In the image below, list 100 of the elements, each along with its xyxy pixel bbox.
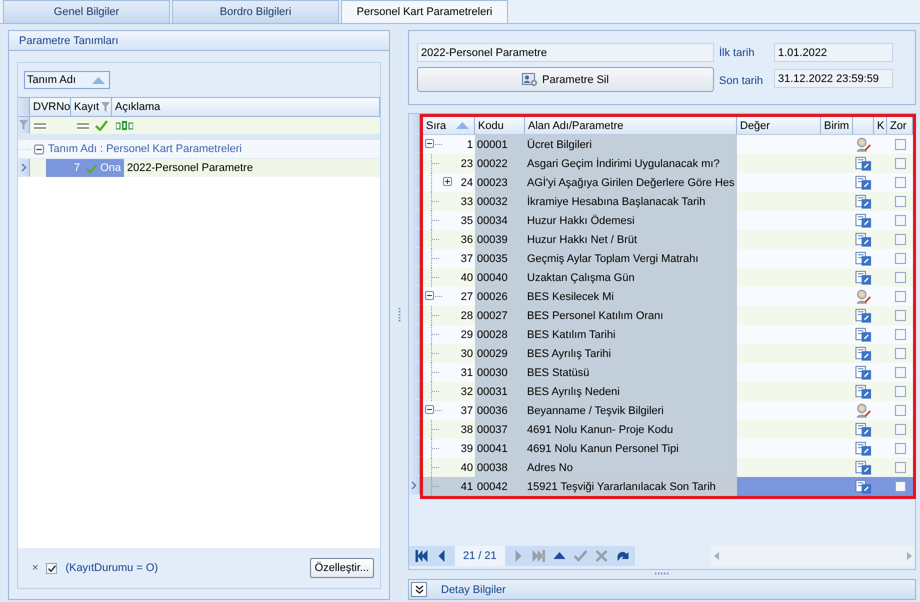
document-icon[interactable] [855,478,872,494]
current-row-icon [20,163,26,172]
checkbox[interactable] [894,310,906,321]
code-cell: 00042 [477,480,508,492]
expand-toggle[interactable] [443,177,452,186]
document-icon[interactable] [855,364,872,380]
code-cell: 00027 [477,310,508,322]
document-icon[interactable] [855,174,872,190]
document-icon[interactable] [855,460,872,476]
document-icon[interactable] [855,212,872,228]
parameter-name: BES Ayrılış Nedeni [527,386,620,398]
code-cell: 00041 [477,442,508,454]
column-header[interactable]: DVRNo [30,98,71,116]
checkbox[interactable] [894,424,906,435]
document-icon[interactable] [855,308,872,324]
date-field[interactable]: 1.01.2022 [774,43,893,62]
row-indicator [409,210,420,229]
document-icon[interactable] [855,156,872,172]
row-indicator [409,191,420,210]
column-header[interactable]: K [874,117,887,134]
checkbox[interactable] [894,443,906,454]
document-icon[interactable] [855,250,872,266]
name-field[interactable]: 2022-Personel Parametre [417,43,714,62]
checkbox[interactable] [894,367,906,378]
document-icon[interactable] [855,440,872,456]
column-header[interactable]: Açıklama [112,98,380,116]
date-field[interactable]: 31.12.2022 23:59:59 [774,69,893,88]
document-icon[interactable] [855,422,872,438]
checkbox[interactable] [894,196,906,207]
detail-bar[interactable]: Detay Bilgiler [408,579,916,600]
row-indicator [409,324,420,343]
checkbox[interactable] [894,462,906,473]
checkbox[interactable] [894,215,906,226]
row-number: 40 [460,462,473,474]
splitter-handle[interactable] [654,572,670,575]
row-indicator [409,381,420,400]
document-icon[interactable] [855,326,872,342]
column-header[interactable]: Zor [887,117,913,134]
collapse-toggle[interactable] [425,291,434,300]
tab[interactable]: Genel Bilgiler [3,0,170,23]
checkbox[interactable] [894,329,906,340]
document-icon[interactable] [855,346,872,362]
checkbox[interactable] [894,158,906,169]
row-indicator [409,248,420,267]
checkbox[interactable] [894,386,906,397]
first-record-icon[interactable] [413,549,430,563]
row-number: 32 [460,386,473,398]
code-cell: 00032 [477,196,508,208]
column-header[interactable]: Kayıt [71,98,112,116]
parameter-name: BES Kesilecek Mi [527,290,614,302]
parameter-name: Ücret Bilgileri [527,138,592,150]
record-number: 7 [74,162,80,174]
row-number: 23 [460,158,473,170]
tab[interactable]: Personel Kart Parametreleri [341,0,508,23]
collapse-toggle[interactable] [34,144,44,154]
row-indicator [409,400,420,419]
row-number: 33 [460,196,473,208]
collapse-toggle[interactable] [425,405,434,414]
code-cell: 00022 [477,158,508,170]
checkbox[interactable] [894,177,906,188]
checkbox[interactable] [894,348,906,359]
checkbox[interactable] [894,272,906,283]
code-cell: 00028 [477,328,508,340]
document-icon[interactable] [855,270,872,286]
delete-button[interactable]: Parametre Sil [417,67,714,92]
splitter-handle[interactable] [398,308,401,322]
checkbox[interactable] [894,139,906,150]
panel-title: Parametre Tanımları [9,31,390,51]
group-by-button[interactable]: Tanım Adı [24,71,110,89]
document-icon[interactable] [855,384,872,400]
clear-filter-button[interactable]: × [32,562,38,574]
checkbox[interactable] [894,291,906,302]
collapse-toggle[interactable] [425,139,434,148]
document-icon[interactable] [855,232,872,248]
row-indicator [409,343,420,362]
column-header[interactable]: Kodu [475,117,525,134]
row-indicator [409,267,420,286]
filter-expression: (KayıtDurumu = O) [65,562,160,574]
column-header[interactable]: Değer [737,117,821,134]
person-edit-icon[interactable] [855,136,872,154]
person-edit-icon[interactable] [855,402,872,420]
row-number: 24 [460,176,473,188]
customize-button[interactable]: Özelleştir... [310,558,374,578]
column-header[interactable]: Sıra [423,117,475,134]
current-row-icon [411,480,417,490]
tab[interactable]: Bordro Bilgileri [172,0,339,23]
checkbox[interactable] [894,481,906,492]
checkbox[interactable] [894,253,906,264]
parameter-name: 4691 Nolu Kanun Personel Tipi [527,442,679,454]
expand-button[interactable] [411,582,427,597]
checkbox[interactable] [46,562,58,574]
column-header[interactable]: Alan Adı/Parametre [525,117,737,134]
column-header[interactable]: Birim [821,117,853,134]
parameter-name: Uzaktan Çalışma Gün [527,272,635,284]
document-icon[interactable] [855,194,872,210]
checkbox[interactable] [894,405,906,416]
checkbox[interactable] [894,234,906,245]
row-indicator [409,134,420,153]
double-chevron-icon [414,585,424,594]
person-edit-icon[interactable] [855,288,872,306]
